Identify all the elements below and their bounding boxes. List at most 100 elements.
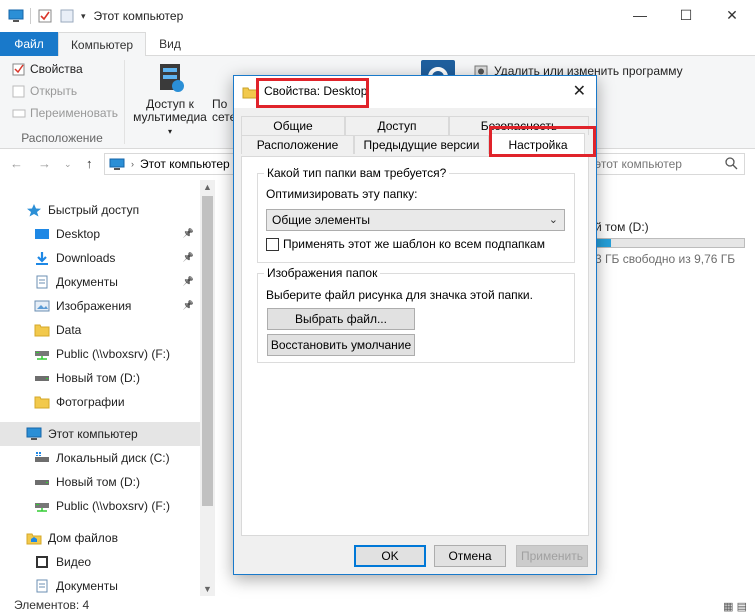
sidebar-item[interactable]: Видео — [0, 550, 200, 574]
tab-previous-versions[interactable]: Предыдущие версии — [354, 135, 489, 154]
sidebar-item[interactable]: Документы — [0, 574, 200, 596]
tab-file[interactable]: Файл — [0, 32, 58, 56]
sidebar-item[interactable]: Быстрый доступ — [0, 198, 200, 222]
media-server-icon — [160, 64, 184, 92]
drive-free-space: 3 ГБ свободно из 9,76 ГБ — [595, 252, 736, 266]
sidebar-item[interactable]: Фотографии — [0, 390, 200, 414]
dialog-close-button[interactable]: ✕ — [573, 81, 586, 101]
tab-location[interactable]: Расположение — [241, 135, 354, 154]
sidebar-scrollbar[interactable]: ▲ ▼ — [200, 180, 215, 596]
choose-file-button[interactable]: Выбрать файл... — [267, 308, 415, 330]
pin-icon[interactable]: 📌 — [183, 300, 194, 311]
tab-view[interactable]: Вид — [146, 32, 194, 56]
apply-button[interactable]: Применить — [516, 545, 588, 567]
dropdown-icon: ▾ — [167, 127, 172, 136]
quick-access-dropdown-icon[interactable]: ▾ — [81, 11, 86, 22]
apply-subfolders-checkbox[interactable] — [266, 238, 279, 251]
drive-usage-bar — [595, 238, 745, 248]
new-folder-icon[interactable] — [59, 9, 75, 23]
desktop-folder-icon — [34, 227, 50, 241]
folder-images-description: Выберите файл рисунка для значка этой па… — [266, 288, 533, 302]
folder-icon — [34, 323, 50, 337]
divider — [30, 8, 31, 24]
up-arrow-icon[interactable]: ↑ — [86, 156, 93, 171]
scroll-up-icon[interactable]: ▲ — [203, 182, 212, 192]
optimize-select[interactable]: Общие элементы ⌄ — [266, 209, 565, 231]
system-drive-icon — [34, 451, 50, 465]
back-arrow-icon[interactable]: ← — [10, 156, 23, 171]
document-icon — [34, 579, 50, 593]
search-input[interactable]: этот компьютер — [590, 153, 745, 175]
drive-icon — [34, 475, 50, 489]
network-drive-icon — [34, 499, 50, 513]
tab-general[interactable]: Общие — [241, 116, 345, 135]
open-button[interactable]: Открыть — [12, 84, 77, 98]
download-icon — [34, 251, 50, 265]
search-icon — [725, 157, 738, 170]
close-button[interactable]: ✕ — [709, 0, 755, 30]
sidebar-item[interactable]: Public (\\vboxsrv) (F:) — [0, 494, 200, 518]
folder-type-group-title: Какой тип папки вам требуется? — [264, 166, 450, 180]
address-bar[interactable]: › Этот компьютер — [104, 153, 234, 175]
optimize-label: Оптимизировать эту папку: — [266, 187, 418, 201]
media-access-line2: мультимедиа — [133, 110, 207, 124]
properties-button[interactable]: Свойства — [12, 62, 83, 76]
restore-default-button[interactable]: Восстановить умолчание — [267, 334, 415, 356]
sidebar-item-label: Видео — [56, 555, 92, 569]
sidebar-item[interactable]: Data — [0, 318, 200, 342]
scroll-down-icon[interactable]: ▼ — [203, 584, 212, 594]
ok-button[interactable]: OK — [354, 545, 426, 567]
document-icon — [34, 275, 50, 289]
navigation-pane: Быстрый доступ Desktop 📌 Downloads 📌 Документ… — [0, 180, 215, 596]
sidebar-item-label: Новый том (D:) — [56, 475, 140, 489]
chevron-down-icon: ⌄ — [548, 214, 558, 226]
drive-tile[interactable]: й том (D:) 3 ГБ свободно из 9,76 ГБ — [595, 220, 755, 266]
properties-check-icon — [12, 63, 25, 75]
sidebar-item[interactable]: Public (\\vboxsrv) (F:) — [0, 342, 200, 366]
pin-icon[interactable]: 📌 — [183, 228, 194, 239]
sidebar-item[interactable]: Изображения 📌 — [0, 294, 200, 318]
sidebar-item[interactable]: Downloads 📌 — [0, 246, 200, 270]
apply-subfolders-label: Применять этот же шаблон ко всем подпапк… — [283, 237, 545, 251]
forward-arrow-icon[interactable]: → — [38, 156, 51, 171]
sidebar-item[interactable]: Этот компьютер — [0, 422, 200, 446]
customize-tab-page: Какой тип папки вам требуется? Оптимизир… — [241, 156, 589, 536]
sidebar-item-label: Data — [56, 323, 82, 337]
sidebar-item[interactable]: Новый том (D:) — [0, 366, 200, 390]
sidebar-item[interactable]: Дом файлов — [0, 526, 200, 550]
breadcrumb: Этот компьютер — [140, 157, 230, 171]
sidebar-item[interactable]: Локальный диск (C:) — [0, 446, 200, 470]
sidebar-item-label: Документы — [56, 579, 118, 593]
tab-computer[interactable]: Компьютер — [58, 32, 146, 57]
media-access-button[interactable]: Доступ к мультимедиа ▾ — [130, 60, 210, 138]
rename-label: Переименовать — [30, 106, 118, 120]
pin-icon[interactable]: 📌 — [183, 252, 194, 263]
sidebar-item-label: Public (\\vboxsrv) (F:) — [56, 347, 171, 361]
pictures-icon — [34, 299, 50, 313]
minimize-button[interactable]: — — [617, 0, 663, 30]
home-folder-icon — [26, 531, 42, 545]
sidebar-item[interactable]: Документы 📌 — [0, 270, 200, 294]
sidebar-item-label: Фотографии — [56, 395, 125, 409]
breadcrumb-separator-icon: › — [131, 159, 134, 169]
sidebar-item-label: Новый том (D:) — [56, 371, 140, 385]
sidebar-item[interactable]: Desktop 📌 — [0, 222, 200, 246]
recent-dropdown-icon[interactable]: ⌄ — [64, 159, 72, 170]
tab-sharing[interactable]: Доступ — [345, 116, 449, 135]
computer-icon[interactable] — [8, 9, 24, 23]
sidebar-item-label: Этот компьютер — [48, 427, 138, 441]
rename-icon — [12, 109, 26, 117]
sidebar-item-label: Desktop — [56, 227, 101, 241]
cancel-button[interactable]: Отмена — [434, 545, 506, 567]
scrollbar-thumb[interactable] — [202, 196, 213, 506]
sidebar-item-label: Документы — [56, 275, 118, 289]
properties-check-icon[interactable] — [37, 9, 53, 23]
rename-button[interactable]: Переименовать — [12, 106, 118, 120]
optimize-value: Общие элементы — [272, 213, 370, 227]
pin-icon[interactable]: 📌 — [183, 276, 194, 287]
maximize-button[interactable]: ☐ — [663, 0, 709, 30]
sidebar-item[interactable]: Новый том (D:) — [0, 470, 200, 494]
view-toggle-icons[interactable]: ▦ ▤ — [723, 598, 747, 616]
folder-type-group: Какой тип папки вам требуется? Оптимизир… — [257, 166, 575, 263]
star-icon — [26, 203, 42, 217]
